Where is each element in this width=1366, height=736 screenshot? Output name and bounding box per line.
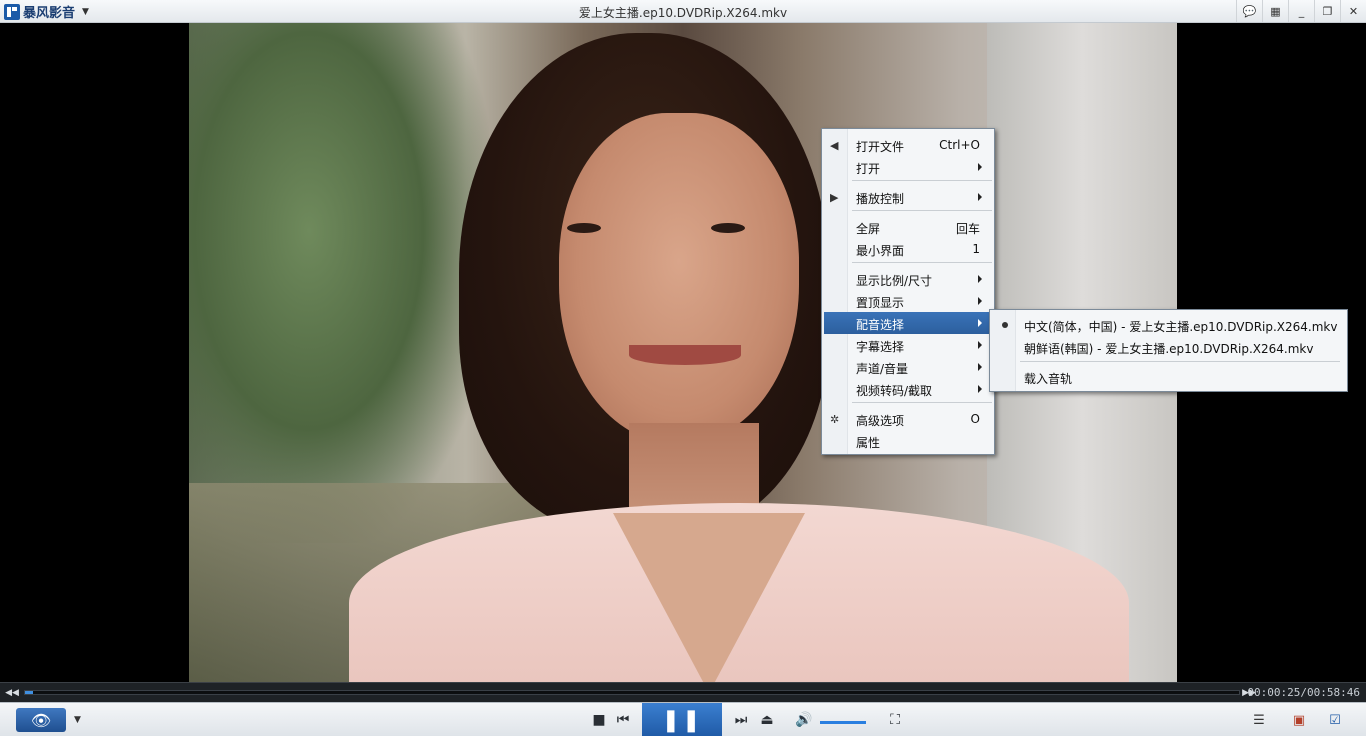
- speaker-icon: 🔊: [795, 712, 813, 728]
- menu-item-mini-mode[interactable]: 最小界面 1: [824, 238, 992, 260]
- eye-button[interactable]: 👁: [16, 708, 66, 732]
- check-button[interactable]: ☑: [1326, 712, 1344, 728]
- previous-icon: ⏮: [616, 712, 630, 728]
- playlist-button[interactable]: ☰: [1250, 712, 1268, 728]
- submenu-arrow-icon: [978, 275, 982, 283]
- menu-item-open[interactable]: 打开: [824, 156, 992, 178]
- volume-slider-fill: [820, 721, 866, 724]
- progress-bar-area: ◀◀ ▶▶ 00:00:25/00:58:46: [0, 682, 1366, 702]
- pause-button[interactable]: ❚❚: [642, 703, 722, 736]
- minimize-button[interactable]: _: [1288, 0, 1314, 22]
- submenu-arrow-icon: [978, 297, 982, 305]
- eject-button[interactable]: ⏏: [758, 712, 776, 728]
- menu-separator: [1020, 361, 1340, 362]
- restore-button[interactable]: ❐: [1314, 0, 1340, 22]
- menu-item-fullscreen[interactable]: 全屏 回车: [824, 216, 992, 238]
- menu-separator: [852, 210, 992, 211]
- context-menu: ◀ 打开文件 Ctrl+O 打开 ▶ 播放控制 全屏 回车 最小界面 1 显示比…: [821, 128, 995, 455]
- eye-icon: 👁: [30, 710, 52, 730]
- play-triangle-icon: ▶: [830, 191, 839, 204]
- submenu-item-korean-track[interactable]: 朝鲜语(韩国) - 爱上女主播.ep10.DVDRip.X264.mkv: [992, 336, 1344, 358]
- comment-icon[interactable]: 💬: [1236, 0, 1262, 22]
- selected-radio-icon: [1002, 322, 1008, 328]
- volume-slider[interactable]: [820, 721, 866, 724]
- player-window: 暴风影音 ▼ 爱上女主播.ep10.DVDRip.X264.mkv 💬 ▦ _ …: [0, 0, 1366, 736]
- menu-item-channel-volume[interactable]: 声道/音量: [824, 356, 992, 378]
- previous-button[interactable]: ⏮: [614, 712, 632, 728]
- playlist-icon: ☰: [1253, 712, 1265, 728]
- checkmark-icon: ☑: [1329, 712, 1341, 728]
- window-controls: 💬 ▦ _ ❐ ✕: [1236, 0, 1366, 22]
- stop-button[interactable]: ■: [590, 712, 608, 728]
- skin-icon[interactable]: ▦: [1262, 0, 1288, 22]
- next-icon: ⏭: [734, 712, 748, 728]
- menu-item-properties[interactable]: 属性: [824, 430, 992, 452]
- pause-icon: ❚❚: [661, 707, 703, 733]
- menu-separator: [852, 402, 992, 403]
- stop-icon: ■: [592, 712, 606, 728]
- next-button[interactable]: ⏭: [732, 712, 750, 728]
- eject-icon: ⏏: [760, 712, 774, 728]
- submenu-arrow-icon: [978, 385, 982, 393]
- menu-item-open-file[interactable]: ◀ 打开文件 Ctrl+O: [824, 134, 992, 156]
- control-bar: 👁 ▼ ■ ⏮ ❚❚ ⏭ ⏏ 🔊 ⛶ ☰ ▣ ☑: [0, 702, 1366, 736]
- menu-item-playback-control[interactable]: ▶ 播放控制: [824, 186, 992, 208]
- title-bar[interactable]: 暴风影音 ▼ 爱上女主播.ep10.DVDRip.X264.mkv 💬 ▦ _ …: [0, 0, 1366, 23]
- time-display: 00:00:25/00:58:46: [1247, 686, 1360, 699]
- menu-item-advanced-options[interactable]: ✲ 高级选项 O: [824, 408, 992, 430]
- toolbox-button[interactable]: ▣: [1290, 712, 1308, 728]
- submenu-arrow-icon: [978, 319, 982, 327]
- toolbox-icon: ▣: [1292, 712, 1306, 728]
- submenu-arrow-icon: [978, 163, 982, 171]
- submenu-arrow-icon: [978, 193, 982, 201]
- submenu-arrow-icon: [978, 363, 982, 371]
- menu-item-transcode[interactable]: 视频转码/截取: [824, 378, 992, 400]
- volume-button[interactable]: 🔊: [795, 712, 813, 728]
- submenu-arrow-icon: [978, 341, 982, 349]
- menu-separator: [852, 262, 992, 263]
- window-title: 爱上女主播.ep10.DVDRip.X264.mkv: [578, 6, 788, 20]
- seek-bar-fill: [25, 691, 34, 694]
- close-button[interactable]: ✕: [1340, 0, 1366, 22]
- submenu-item-chinese-track[interactable]: 中文(简体，中国) - 爱上女主播.ep10.DVDRip.X264.mkv: [992, 314, 1344, 336]
- chevron-down-icon[interactable]: ▼: [74, 715, 81, 725]
- fullscreen-button[interactable]: ⛶: [886, 712, 904, 728]
- menu-item-subtitle[interactable]: 字幕选择: [824, 334, 992, 356]
- seek-bar[interactable]: [24, 690, 1240, 695]
- rewind-icon[interactable]: ◀◀: [4, 686, 20, 700]
- menu-item-aspect-ratio[interactable]: 显示比例/尺寸: [824, 268, 992, 290]
- open-file-icon: ◀: [830, 139, 839, 152]
- fullscreen-icon: ⛶: [890, 712, 900, 728]
- gear-icon: ✲: [830, 413, 840, 426]
- menu-separator: [852, 180, 992, 181]
- menu-item-always-on-top[interactable]: 置顶显示: [824, 290, 992, 312]
- menu-item-audio-track[interactable]: 配音选择: [824, 312, 992, 334]
- audio-track-submenu: 中文(简体，中国) - 爱上女主播.ep10.DVDRip.X264.mkv 朝…: [989, 309, 1348, 392]
- submenu-item-load-audio[interactable]: 载入音轨: [992, 366, 1344, 388]
